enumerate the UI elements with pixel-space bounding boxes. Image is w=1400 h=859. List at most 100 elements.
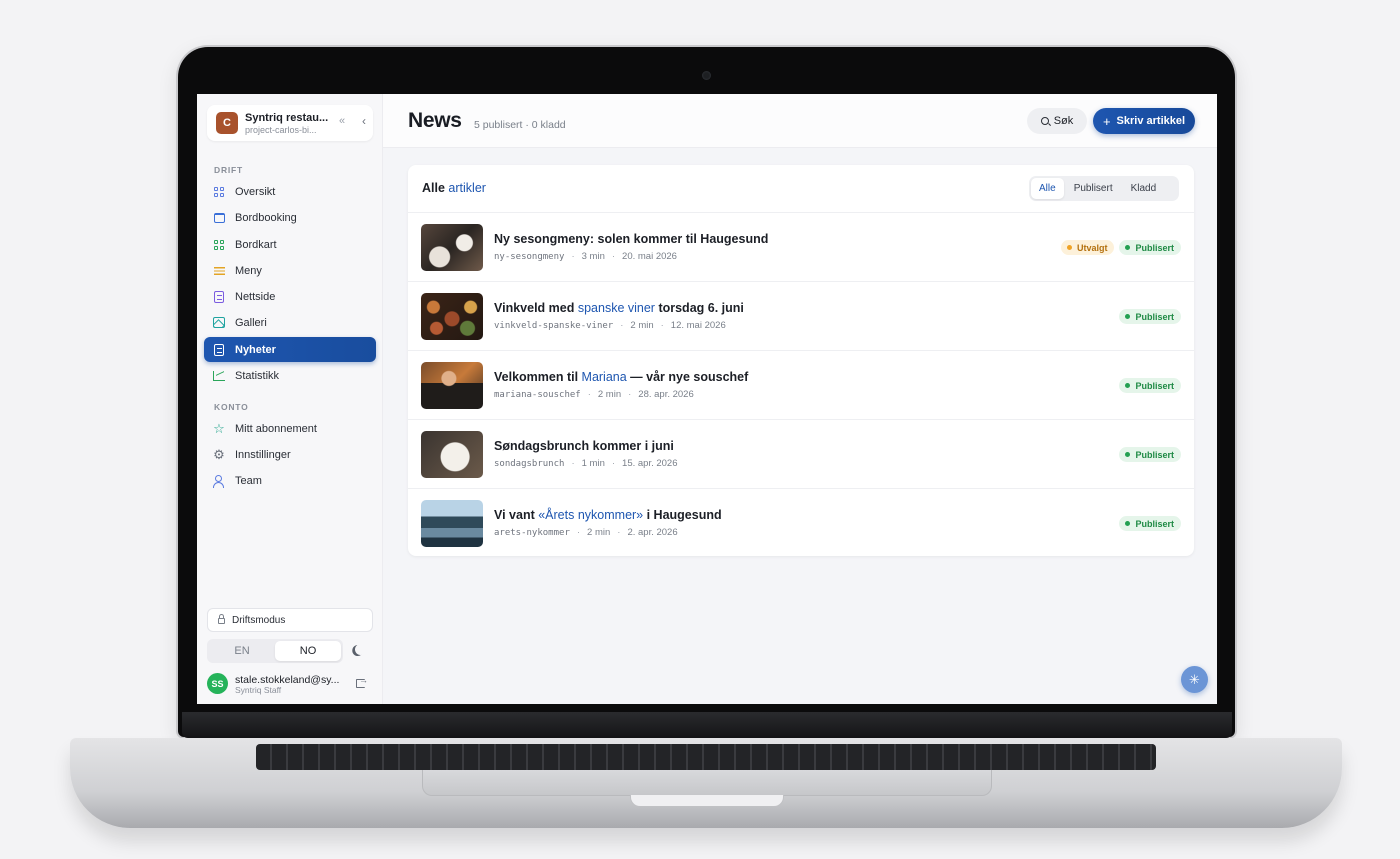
- sidebar-item-label: Oversikt: [235, 185, 276, 198]
- sidebar-item-galleri[interactable]: Galleri: [204, 310, 376, 335]
- article-meta: arets-nykommer · 2 min · 2. apr. 2026: [494, 527, 678, 538]
- article-read-time: 2 min: [630, 320, 654, 331]
- sidebar-item-nyheter[interactable]: Nyheter: [204, 337, 376, 362]
- org-name: Syntriq restau...: [245, 112, 329, 124]
- sidebar-item-bordkart[interactable]: Bordkart: [204, 232, 376, 257]
- drift-mode-button[interactable]: Driftsmodus: [207, 608, 373, 632]
- status-badge-published: Publisert: [1119, 240, 1181, 255]
- chevron-left-icon[interactable]: ‹: [362, 114, 366, 128]
- sidebar-item-label: Bordkart: [235, 238, 277, 251]
- star-icon: ☆: [213, 420, 225, 436]
- status-badge-published: Publisert: [1119, 447, 1181, 462]
- sidebar-item-abonnement[interactable]: ☆ Mitt abonnement: [204, 416, 376, 441]
- article-thumbnail: [421, 500, 483, 547]
- article-read-time: 3 min: [581, 251, 605, 262]
- articles-card: Alle artikler Alle Publisert Kladd Ny se…: [408, 165, 1194, 556]
- menu-lines-icon: [213, 265, 225, 277]
- article-badges: Publisert: [1119, 447, 1181, 462]
- moon-icon[interactable]: [354, 643, 367, 656]
- page-title: News: [408, 109, 462, 132]
- article-slug: arets-nykommer: [494, 528, 570, 538]
- article-thumbnail: [421, 362, 483, 409]
- article-date: 15. apr. 2026: [622, 458, 678, 469]
- table-row[interactable]: Søndagsbrunch kommer i juni sondagsbrunc…: [408, 420, 1194, 489]
- laptop-notch: [630, 795, 784, 807]
- article-badges: Publisert: [1119, 378, 1181, 393]
- tab-alle[interactable]: Alle: [1031, 178, 1064, 199]
- table-row[interactable]: Velkommen til Mariana — vår nye souschef…: [408, 351, 1194, 420]
- sidebar-item-team[interactable]: Team: [204, 468, 376, 493]
- sidebar-item-label: Galleri: [235, 316, 267, 329]
- sidebar-item-bordbooking[interactable]: Bordbooking: [204, 205, 376, 230]
- article-slug: sondagsbrunch: [494, 459, 565, 469]
- org-switcher[interactable]: C Syntriq restau... project-carlos-bi...…: [207, 105, 373, 141]
- write-article-button[interactable]: + Skriv artikkel: [1093, 108, 1195, 134]
- sidebar-item-statistikk[interactable]: Statistikk: [204, 363, 376, 388]
- language-toggle: EN NO: [207, 639, 343, 663]
- drift-mode-label: Driftsmodus: [232, 614, 286, 626]
- article-title: Ny sesongmeny: solen kommer til Haugesun…: [494, 232, 769, 246]
- article-date: 12. mai 2026: [670, 320, 726, 331]
- logout-icon[interactable]: [356, 675, 368, 688]
- sidebar-item-label: Nyheter: [235, 343, 276, 356]
- image-icon: [213, 317, 225, 329]
- article-meta: sondagsbrunch · 1 min · 15. apr. 2026: [494, 458, 678, 469]
- sidebar-item-oversikt[interactable]: Oversikt: [204, 179, 376, 204]
- page-header: News 5 publisert · 0 kladd Søk + Skriv a…: [383, 94, 1217, 148]
- language-en[interactable]: EN: [209, 641, 275, 661]
- article-read-time: 2 min: [597, 389, 622, 400]
- article-meta: vinkveld-spanske-viner · 2 min · 12. mai 202…: [494, 320, 726, 331]
- filter-tabs: Alle Publisert Kladd: [1029, 176, 1179, 201]
- sidebar-item-meny[interactable]: Meny: [204, 258, 376, 283]
- table-grid-icon: [213, 239, 225, 251]
- avatar[interactable]: SS: [207, 673, 228, 694]
- section-label-konto: KONTO: [214, 402, 249, 412]
- article-thumbnail: [421, 293, 483, 340]
- dashboard-icon: [213, 186, 225, 198]
- article-title: Velkommen til Mariana — vår nye souschef: [494, 370, 749, 384]
- sidebar-item-label: Bordbooking: [235, 211, 297, 224]
- sidebar-item-nettside[interactable]: Nettside: [204, 284, 376, 309]
- sparkle-icon[interactable]: ✳: [1181, 666, 1208, 693]
- language-no[interactable]: NO: [275, 641, 341, 661]
- write-article-label: Skriv artikkel: [1116, 115, 1186, 127]
- article-badges: Utvalgt Publisert: [1060, 240, 1181, 255]
- app-screen: C Syntriq restau... project-carlos-bi...…: [197, 94, 1217, 704]
- table-row[interactable]: Vinkveld med spanske viner torsdag 6. ju…: [408, 282, 1194, 351]
- article-date: 28. apr. 2026: [638, 389, 694, 400]
- table-row[interactable]: Vi vant «Årets nykommer» i Haugesund are…: [408, 489, 1194, 556]
- sidebar-item-label: Team: [235, 474, 262, 487]
- article-title: Vinkveld med spanske viner torsdag 6. ju…: [494, 301, 744, 315]
- search-icon: [1040, 117, 1049, 125]
- lock-icon: [218, 614, 225, 624]
- users-icon: [213, 474, 225, 488]
- article-meta: mariana-souschef · 2 min · 28. apr. 2026: [494, 389, 694, 400]
- org-avatar: C: [216, 112, 238, 134]
- search-button[interactable]: Søk: [1027, 108, 1087, 134]
- articles-card-header: Alle artikler Alle Publisert Kladd: [408, 165, 1194, 213]
- laptop-trackpad: [422, 770, 992, 796]
- search-label: Søk: [1053, 115, 1074, 127]
- table-row[interactable]: Ny sesongmeny: solen kommer til Haugesun…: [408, 213, 1194, 282]
- article-badges: Publisert: [1119, 516, 1181, 531]
- article-date: 2. apr. 2026: [627, 527, 678, 538]
- sidebar-item-label: Nettside: [235, 290, 276, 303]
- article-slug: vinkveld-spanske-viner: [494, 321, 614, 331]
- article-title: Vi vant «Årets nykommer» i Haugesund: [494, 508, 722, 522]
- article-date: 20. mai 2026: [622, 251, 677, 262]
- sidebar-item-label: Meny: [235, 264, 262, 277]
- laptop-hinge: [182, 712, 1232, 738]
- sidebar-item-label: Innstillinger: [235, 448, 291, 461]
- collapse-sidebar-icon[interactable]: «: [339, 115, 345, 127]
- news-icon: [213, 343, 225, 356]
- sidebar-item-innstillinger[interactable]: ⚙ Innstillinger: [204, 442, 376, 467]
- page-meta: 5 publisert · 0 kladd: [474, 119, 566, 131]
- article-slug: mariana-souschef: [494, 390, 581, 400]
- webcam: [702, 71, 711, 80]
- tab-kladd[interactable]: Kladd: [1123, 178, 1165, 199]
- article-read-time: 1 min: [581, 458, 605, 469]
- tab-publisert[interactable]: Publisert: [1066, 178, 1121, 199]
- user-role: Syntriq Staff: [235, 685, 282, 695]
- plus-icon: +: [1102, 113, 1111, 129]
- sidebar: C Syntriq restau... project-carlos-bi...…: [197, 94, 383, 704]
